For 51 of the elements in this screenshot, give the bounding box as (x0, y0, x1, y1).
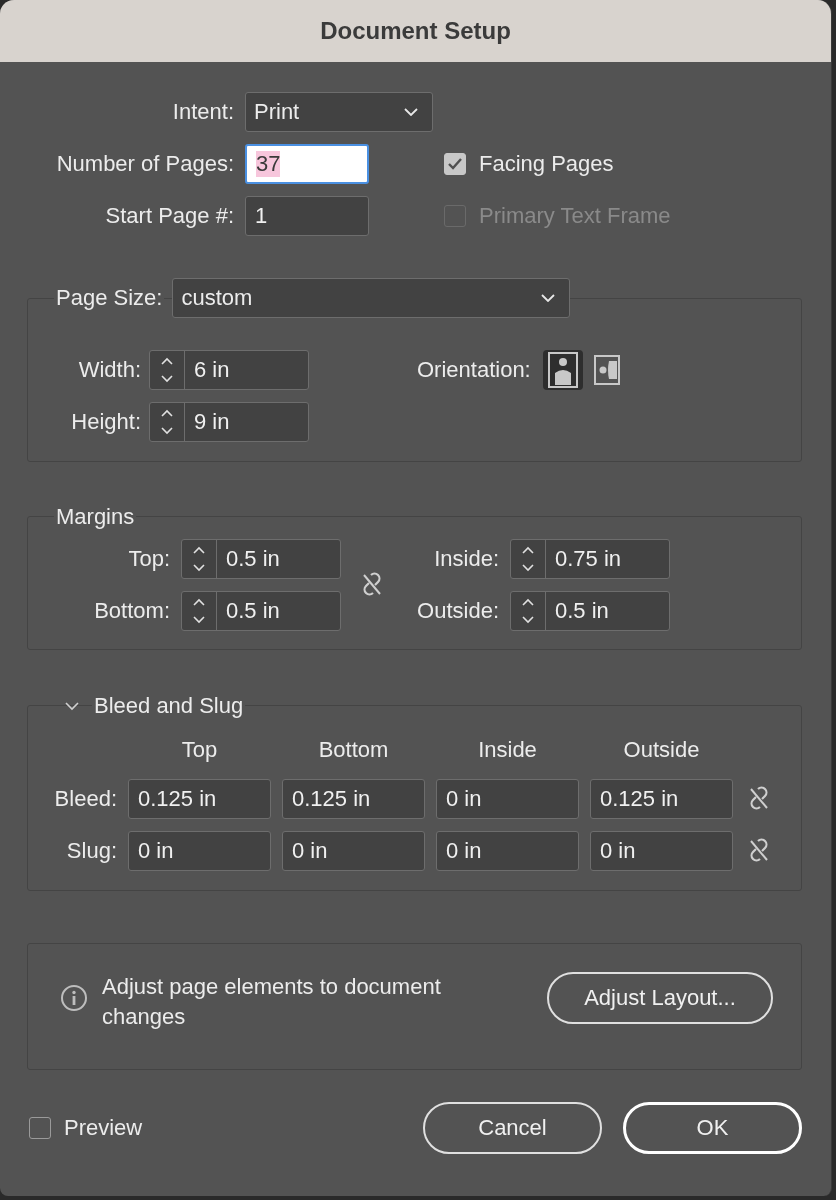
input-field[interactable]: 0 in (436, 831, 579, 871)
input-field[interactable]: 0.125 in (282, 779, 425, 819)
input-field[interactable]: 0 in (128, 831, 271, 871)
field-label: Inside: (433, 546, 499, 572)
checkmark-icon (447, 157, 463, 171)
field-label: Height: (70, 409, 141, 435)
window-title: Document Setup (320, 17, 511, 45)
ok-button[interactable]: OK (623, 1102, 802, 1154)
field-label: Intent: (171, 99, 234, 125)
field-label: Orientation: (417, 357, 531, 383)
input-field[interactable]: 0 in (590, 831, 733, 871)
checkbox[interactable] (29, 1117, 51, 1139)
input-field[interactable]: 37 (245, 144, 369, 184)
caret-icon (541, 294, 556, 302)
checkbox[interactable] (444, 153, 466, 175)
column-header: Outside (622, 736, 701, 763)
input-field[interactable]: 0.125 in (128, 779, 271, 819)
info-text: Adjust page elements to document changes (102, 973, 442, 1031)
spinner-field[interactable]: 0.5 in (181, 591, 341, 631)
input-field[interactable]: 0 in (282, 831, 425, 871)
spinner-field[interactable]: 0.75 in (510, 539, 670, 579)
broken-link-icon[interactable] (747, 838, 771, 864)
dropdown[interactable]: custom (172, 278, 571, 318)
caret-icon (404, 108, 418, 116)
portrait-button[interactable] (542, 350, 583, 390)
input-field[interactable]: 0.125 in (590, 779, 733, 819)
spinner-field[interactable]: 9 in (149, 402, 309, 442)
cancel-button[interactable]: Cancel (423, 1102, 602, 1154)
checkbox-label: Facing Pages (479, 151, 614, 177)
field-label: Start Page #: (104, 203, 234, 229)
column-header: Inside (477, 736, 538, 763)
checkbox-label: Preview (64, 1115, 143, 1141)
spinner-field[interactable]: 0.5 in (181, 539, 341, 579)
field-label: Outside: (416, 598, 499, 624)
field-label: Bleed: (53, 786, 117, 812)
field-label: Slug: (65, 838, 117, 864)
column-header: Top (180, 736, 219, 763)
field-label: Number of Pages: (55, 151, 234, 177)
input-field[interactable]: 0 in (436, 779, 579, 819)
broken-link-icon[interactable] (747, 786, 771, 812)
spinner-field[interactable]: 6 in (149, 350, 309, 390)
field-label: Width: (77, 357, 141, 383)
column-header: Bottom (317, 736, 390, 763)
field-label: Top: (127, 546, 170, 572)
dropdown[interactable]: Print (245, 92, 433, 132)
chevron-icon[interactable] (64, 701, 80, 711)
input-field[interactable]: 1 (245, 196, 369, 236)
spinner-field[interactable]: 0.5 in (510, 591, 670, 631)
field-label: Bottom: (93, 598, 170, 624)
adjust-layout-button[interactable]: Adjust Layout... (547, 972, 773, 1024)
info-icon (60, 984, 88, 1012)
